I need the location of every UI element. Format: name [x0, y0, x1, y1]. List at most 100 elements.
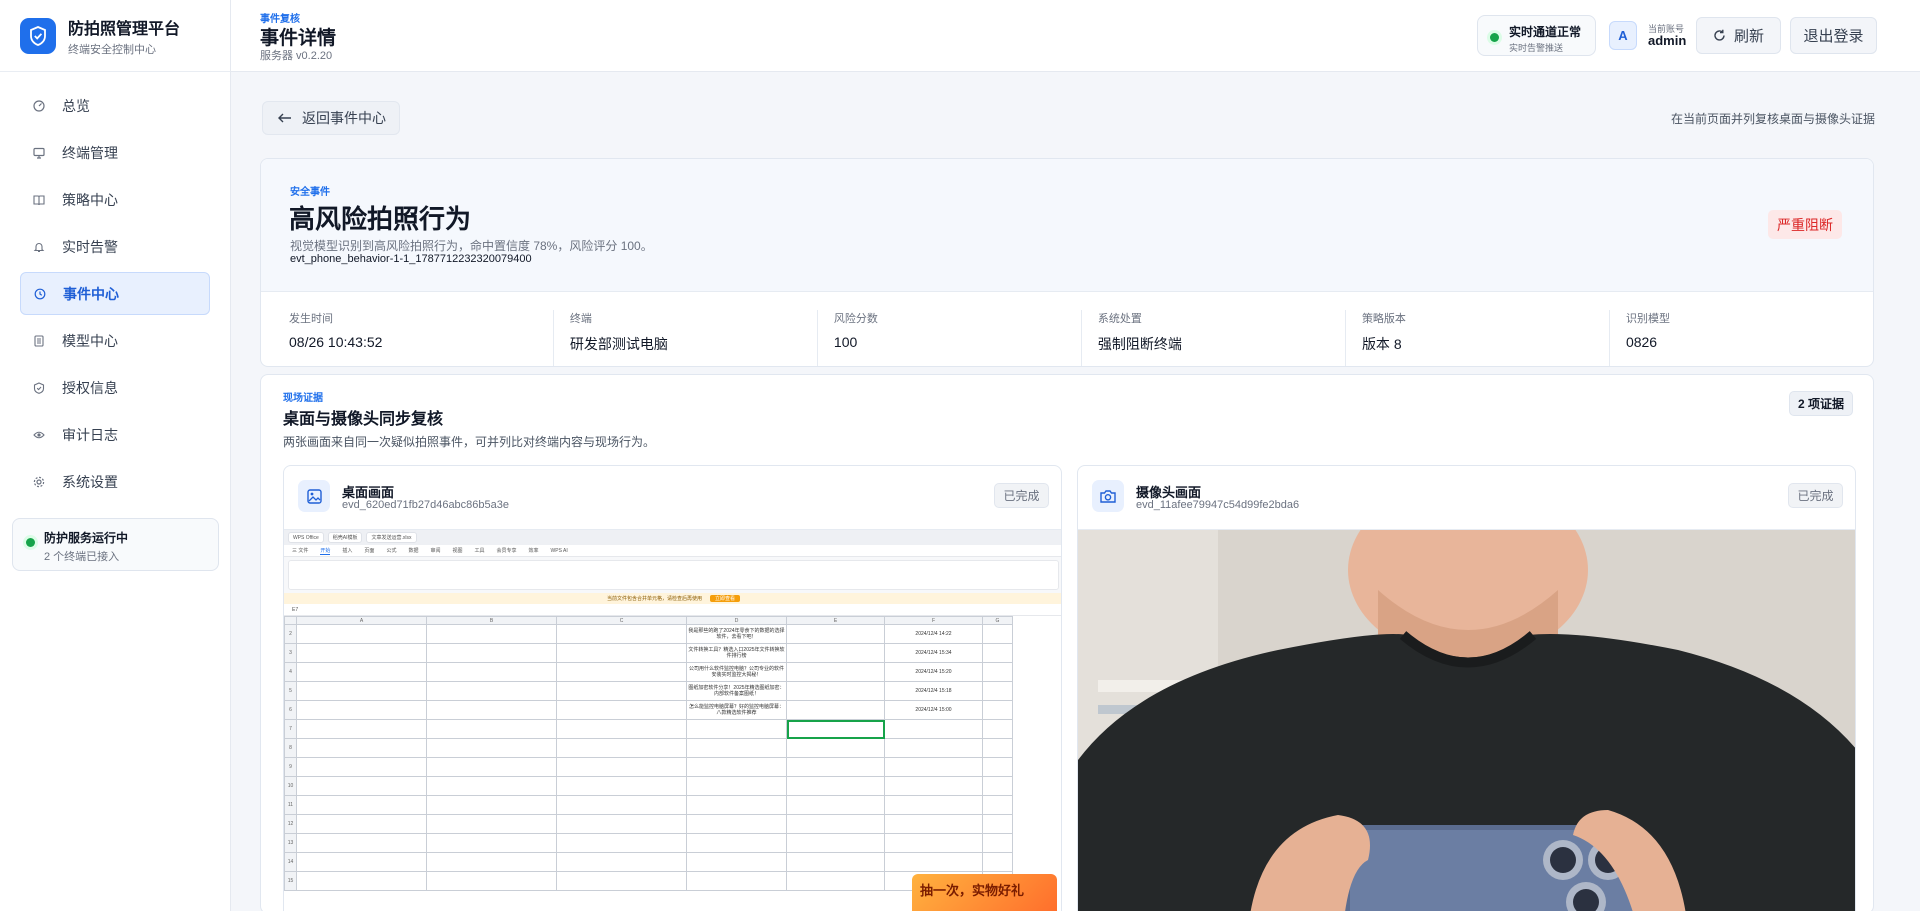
sheet-cell — [686, 776, 787, 796]
meta-value: 研发部测试电脑 — [569, 336, 668, 352]
screenshot-menu-item: 页面 — [364, 548, 375, 554]
service-status-title: 防护服务运行中 — [44, 531, 129, 545]
refresh-icon — [1713, 29, 1726, 42]
sheet-cell: 2024/12/4 15:34 — [884, 643, 983, 663]
sidebar-item-audit[interactable]: 审计日志 — [20, 413, 210, 456]
sheet-cell — [786, 662, 885, 682]
sidebar-item-label: 终端管理 — [62, 144, 118, 161]
screenshot-menu-item: 数据 — [408, 548, 419, 554]
sheet-cell — [426, 852, 557, 872]
screenshot-menu-item: 工具 — [474, 548, 485, 554]
sheet-cell — [296, 852, 427, 872]
event-description: 视觉模型识别到高风险拍照行为，命中置信度 78%，风险评分 100。 — [290, 239, 653, 253]
camera-evidence-id: evd_11afee79947c54d99fe2bda6 — [1136, 499, 1300, 511]
sheet-row: 2 我是那些的跑了2024年零食下的数据的选择软件，去看下吧！ 2024/12/4 … — [284, 624, 1013, 644]
event-kicker: 安全事件 — [290, 187, 330, 198]
sheet-cell — [786, 795, 885, 815]
desktop-evidence-panel: 桌面画面 evd_620ed71fb27d46abc86b5a3e 已完成 WP… — [283, 465, 1062, 911]
sheet-cell — [786, 643, 885, 663]
screenshot-menu-item: 审阅 — [430, 548, 441, 554]
sheet-cell — [884, 757, 983, 777]
sheet-row-number: 5 — [284, 681, 297, 701]
sheet-cell — [296, 795, 427, 815]
sidebar-item-alerts[interactable]: 实时告警 — [20, 225, 210, 268]
list-icon — [32, 334, 46, 348]
screenshot-tab: WPS Office — [288, 532, 324, 543]
sheet-cell — [296, 681, 427, 701]
sheet-column-header: B — [426, 616, 557, 625]
severity-badge: 严重阻断 — [1768, 210, 1842, 239]
sheet-cell — [884, 719, 983, 739]
camera-icon — [1092, 480, 1124, 512]
sheet-cell — [556, 624, 687, 644]
sheet-cell — [786, 624, 885, 644]
sheet-row-number: 14 — [284, 852, 297, 872]
sheet-cell — [426, 681, 557, 701]
sheet-cell — [982, 719, 1013, 739]
sheet-cell — [556, 833, 687, 853]
sidebar-item-terminals[interactable]: 终端管理 — [20, 131, 210, 174]
sheet-cell — [686, 833, 787, 853]
desktop-screenshot[interactable]: WPS Office 稻壳AI模板 文章发送运营.xlsx 三 文件 开始 插入 页面 公式… — [284, 530, 1061, 911]
sheet-row-number: 4 — [284, 662, 297, 682]
sidebar-item-license[interactable]: 授权信息 — [20, 366, 210, 409]
sidebar-item-settings[interactable]: 系统设置 — [20, 460, 210, 503]
sheet-row: 12 — [284, 814, 1013, 834]
sidebar-item-label: 授权信息 — [62, 379, 118, 396]
service-status-card: 防护服务运行中 2 个终端已接入 — [12, 518, 219, 571]
history-icon — [33, 287, 47, 301]
sheet-cell — [426, 643, 557, 663]
sheet-cell — [296, 700, 427, 720]
sheet-row-number: 2 — [284, 624, 297, 644]
sheet-cell — [426, 776, 557, 796]
sidebar-nav: 总览终端管理策略中心实时告警事件中心模型中心授权信息审计日志 系统设置 — [0, 72, 230, 503]
realtime-status: 实时通道正常 实时告警推送 — [1477, 15, 1596, 56]
sheet-cell — [982, 852, 1013, 872]
sheet-cell — [296, 738, 427, 758]
sheet-cell: 文件转换工具？精选入口2025年文件转换软件排行榜 — [686, 643, 787, 663]
refresh-button[interactable]: 刷新 — [1696, 17, 1781, 54]
sheet-cell: 我是那些的跑了2024年零食下的数据的选择软件，去看下吧！ — [686, 624, 787, 644]
sheet-cell — [426, 719, 557, 739]
screenshot-menu-item: 会员专享 — [496, 548, 517, 554]
sheet-cell — [426, 700, 557, 720]
screenshot-menu-item: WPS AI — [550, 547, 568, 554]
sidebar-item-policy[interactable]: 策略中心 — [20, 178, 210, 221]
camera-snapshot[interactable] — [1078, 530, 1855, 911]
sheet-cell: 2024/12/4 14:22 — [884, 624, 983, 644]
sidebar-item-models[interactable]: 模型中心 — [20, 319, 210, 362]
meta-value: 版本 8 — [1361, 336, 1402, 352]
camera-scene-illustration — [1078, 530, 1855, 911]
page-title: 事件详情 — [260, 28, 337, 49]
sheet-row-number: 10 — [284, 776, 297, 796]
sidebar-item-overview[interactable]: 总览 — [20, 84, 210, 127]
event-title: 高风险拍照行为 — [289, 204, 472, 234]
sheet-column-header: F — [884, 616, 983, 625]
sheet-column-header: A — [296, 616, 427, 625]
sheet-cell — [884, 814, 983, 834]
sheet-row: 10 — [284, 776, 1013, 796]
screenshot-cell-ref: E7 — [292, 606, 299, 613]
sheet-cell — [426, 833, 557, 853]
meta-label: 终端 — [569, 313, 592, 325]
meta-label: 识别模型 — [1625, 313, 1670, 325]
sheet-row: 7 — [284, 719, 1013, 739]
sheet-column-header: G — [982, 616, 1013, 625]
screenshot-warning-text: 当前文件包含合并单元格，请检查后再使用 — [606, 596, 702, 602]
logout-button[interactable]: 退出登录 — [1790, 17, 1877, 54]
sidebar-item-events[interactable]: 事件中心 — [20, 272, 210, 315]
evidence-kicker: 现场证据 — [283, 393, 323, 404]
sheet-row-number: 13 — [284, 833, 297, 853]
book-icon — [32, 193, 46, 207]
sheet-cell: 2024/12/4 15:20 — [884, 662, 983, 682]
sidebar-item-label: 实时告警 — [62, 238, 118, 255]
sheet-cell — [296, 757, 427, 777]
page-hint: 在当前页面并列复核桌面与摄像头证据 — [1670, 112, 1875, 126]
sidebar: 防拍照管理平台 终端安全控制中心 总览 终端管理 策略中心 实时告警 事件中心 模型中心授… — [0, 0, 231, 911]
sidebar-item-label: 模型中心 — [62, 332, 118, 349]
back-to-events-button[interactable]: 返回事件中心 — [262, 101, 400, 135]
bell-icon — [32, 240, 46, 254]
gear-icon — [32, 475, 46, 489]
service-status-subtitle: 2 个终端已接入 — [44, 551, 120, 563]
evidence-title: 桌面与摄像头同步复核 — [283, 411, 444, 428]
